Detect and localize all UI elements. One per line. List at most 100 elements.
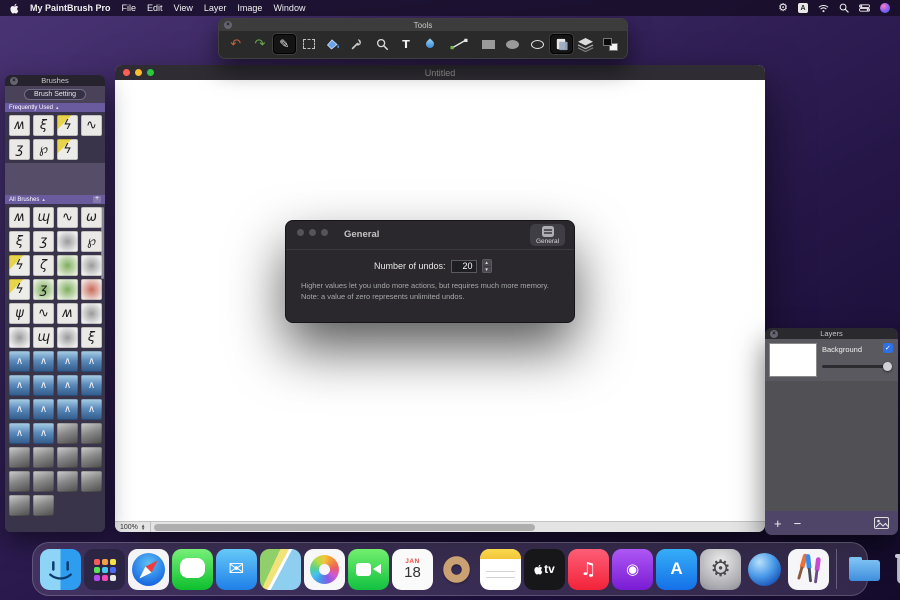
brush-thumbnail[interactable]: ʒ — [9, 139, 30, 160]
brush-thumbnail[interactable] — [57, 423, 78, 444]
brush-thumbnail[interactable] — [81, 255, 102, 276]
siri-icon[interactable] — [880, 3, 890, 13]
brush-thumbnail[interactable]: ℘ — [33, 139, 54, 160]
blue-globe-app-icon[interactable] — [744, 549, 785, 590]
donut-app-icon[interactable] — [436, 549, 477, 590]
menu-item[interactable]: Window — [273, 3, 305, 13]
launchpad-icon[interactable] — [84, 549, 125, 590]
layered-document-tool[interactable] — [550, 34, 573, 54]
brush-thumbnail[interactable]: ∧ — [9, 351, 30, 372]
layer-thumbnail[interactable] — [769, 343, 817, 377]
brush-thumbnail[interactable]: ʒ — [33, 231, 54, 252]
system-settings-icon[interactable]: ⚙ — [700, 549, 741, 590]
brush-thumbnail[interactable] — [57, 447, 78, 468]
gear-icon[interactable]: ⚙ — [778, 3, 788, 13]
brush-thumbnail[interactable]: ∧ — [33, 399, 54, 420]
slider-knob[interactable] — [883, 362, 892, 371]
brush-thumbnail[interactable]: ∧ — [33, 351, 54, 372]
stepper-down-button[interactable]: ▼ — [483, 266, 491, 273]
input-source-icon[interactable]: A — [798, 3, 808, 13]
trash-icon[interactable] — [888, 549, 900, 590]
brush-thumbnail[interactable]: ∧ — [57, 399, 78, 420]
all-brushes-section-header[interactable]: All Brushes ▴ + — [5, 195, 105, 204]
brush-thumbnail[interactable] — [81, 303, 102, 324]
brush-thumbnail[interactable] — [9, 447, 30, 468]
brush-thumbnail[interactable]: ϟ — [57, 115, 78, 136]
brush-thumbnail[interactable]: ɰ — [33, 207, 54, 228]
menu-item[interactable]: View — [174, 3, 193, 13]
brush-thumbnail[interactable]: ∧ — [9, 423, 30, 444]
wrench-tool[interactable] — [346, 34, 369, 54]
brush-thumbnail[interactable]: ʍ — [9, 115, 30, 136]
layer-visibility-checkbox[interactable] — [883, 343, 893, 353]
redo-tool[interactable]: ↷ — [248, 34, 271, 54]
brush-thumbnail[interactable]: ψ — [9, 303, 30, 324]
brush-thumbnail[interactable]: ʒ — [33, 279, 54, 300]
brush-thumbnail[interactable] — [57, 327, 78, 348]
brush-thumbnail[interactable]: ∧ — [9, 399, 30, 420]
brush-thumbnail[interactable]: ∿ — [57, 207, 78, 228]
menu-item[interactable]: Layer — [204, 3, 227, 13]
rectangle-tool[interactable] — [477, 34, 500, 54]
close-window-button[interactable] — [123, 69, 130, 76]
brush-thumbnail[interactable]: ∧ — [57, 351, 78, 372]
undos-input[interactable]: 20 — [451, 260, 477, 273]
brush-thumbnail[interactable]: ʍ — [57, 303, 78, 324]
zoom-window-button[interactable] — [147, 69, 154, 76]
close-icon[interactable] — [10, 77, 18, 85]
messages-icon[interactable] — [172, 549, 213, 590]
photos-icon[interactable] — [304, 549, 345, 590]
scrollbar-thumb[interactable] — [101, 207, 104, 279]
brush-thumbnail[interactable] — [81, 279, 102, 300]
brush-thumbnail[interactable]: ϟ — [57, 139, 78, 160]
brush-thumbnail[interactable]: ξ — [81, 327, 102, 348]
brush-thumbnail[interactable] — [57, 471, 78, 492]
notes-icon[interactable] — [480, 549, 521, 590]
zoom-tool[interactable] — [370, 34, 393, 54]
brush-thumbnail[interactable]: ɰ — [33, 327, 54, 348]
scrollbar-thumb[interactable] — [154, 524, 534, 531]
brush-thumbnail[interactable]: ∧ — [81, 375, 102, 396]
minimize-window-button[interactable] — [135, 69, 142, 76]
brush-thumbnail[interactable] — [9, 471, 30, 492]
brush-thumbnail[interactable]: ∿ — [33, 303, 54, 324]
safari-icon[interactable] — [128, 549, 169, 590]
my-paintbrush-pro-icon[interactable] — [788, 549, 829, 590]
finder-icon[interactable] — [40, 549, 81, 590]
dialog-titlebar[interactable]: General General — [286, 221, 574, 250]
brush-thumbnail[interactable]: ξ — [9, 231, 30, 252]
brush-setting-button[interactable]: Brush Setting — [24, 89, 86, 100]
zoom-stepper[interactable]: ▲▼ — [141, 524, 145, 531]
apple-menu-icon[interactable] — [10, 3, 19, 14]
selection-tool[interactable] — [297, 34, 320, 54]
add-brush-button[interactable]: + — [93, 196, 101, 203]
layers-tool[interactable] — [574, 34, 597, 54]
brush-thumbnail[interactable]: ∧ — [33, 375, 54, 396]
brush-thumbnail[interactable]: ∧ — [57, 375, 78, 396]
undo-tool[interactable]: ↶ — [224, 34, 247, 54]
canvas-window-titlebar[interactable]: Untitled — [115, 65, 765, 80]
brush-thumbnail[interactable] — [9, 495, 30, 516]
brush-thumbnail[interactable]: ∧ — [33, 423, 54, 444]
brush-thumbnail[interactable]: ζ — [33, 255, 54, 276]
brush-thumbnail[interactable] — [81, 423, 102, 444]
apple-tv-icon[interactable]: tv — [524, 549, 565, 590]
downloads-folder-icon[interactable] — [844, 549, 885, 590]
layer-opacity-slider[interactable] — [822, 365, 892, 368]
color-well[interactable] — [599, 34, 622, 54]
menu-item[interactable]: Edit — [147, 3, 163, 13]
brush-thumbnail[interactable]: ξ — [33, 115, 54, 136]
brush-thumbnail[interactable]: ∧ — [9, 375, 30, 396]
layer-row[interactable]: Background — [765, 339, 898, 381]
brush-thumbnail[interactable]: ∧ — [81, 399, 102, 420]
wifi-icon[interactable] — [818, 4, 829, 13]
brush-thumbnail[interactable]: ∧ — [81, 351, 102, 372]
line-tool[interactable] — [443, 34, 476, 54]
remove-layer-button[interactable]: − — [794, 517, 802, 530]
water-drop-tool[interactable] — [419, 34, 442, 54]
active-app-name[interactable]: My PaintBrush Pro — [30, 3, 111, 13]
brush-thumbnail[interactable]: ω — [81, 207, 102, 228]
app-store-icon[interactable]: A — [656, 549, 697, 590]
filled-ellipse-tool[interactable] — [501, 34, 524, 54]
add-layer-button[interactable]: + — [774, 517, 782, 530]
